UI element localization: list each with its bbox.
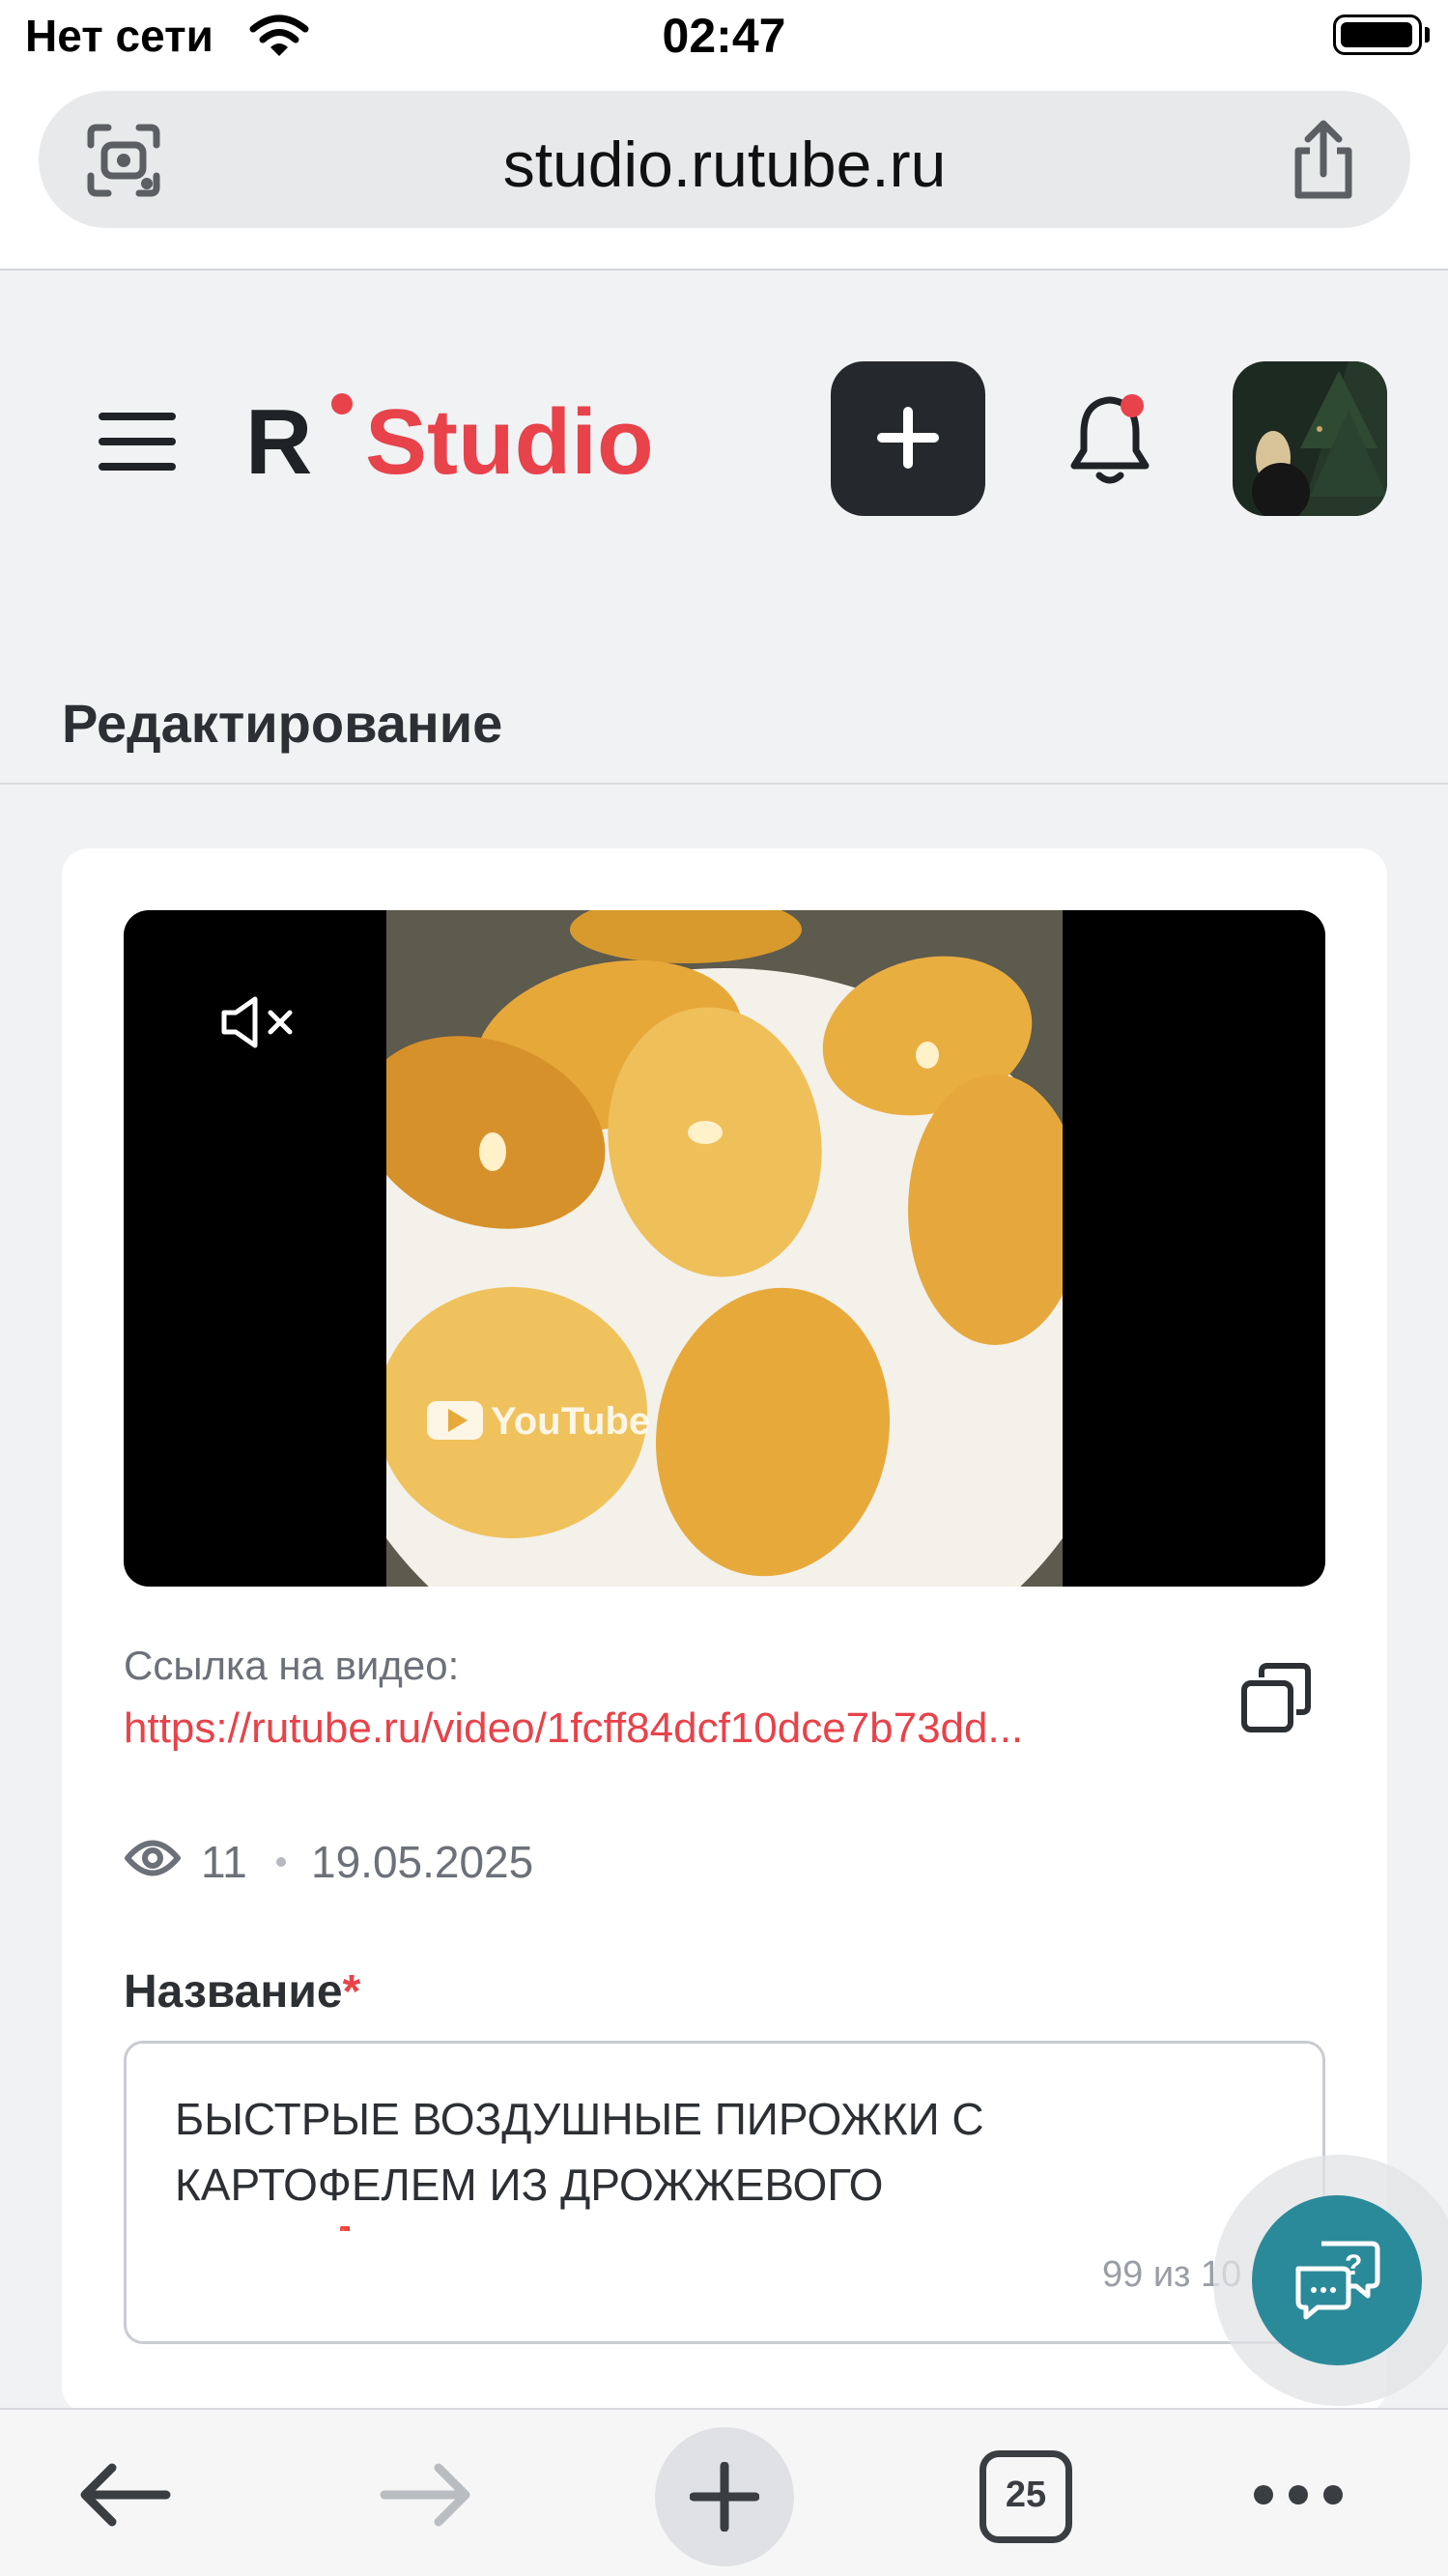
- logo-r: R: [245, 390, 312, 483]
- youtube-watermark: YouTube: [491, 1400, 650, 1443]
- url-text[interactable]: studio.rutube.ru: [39, 128, 1410, 201]
- name-textarea[interactable]: БЫСТРЫЕ ВОЗДУШНЫЕ ПИРОЖКИ С КАРТОФЕЛЕМ И…: [124, 2041, 1325, 2344]
- video-thumbnail: YouTube: [386, 910, 1063, 1587]
- tabs-count: 25: [1005, 2475, 1047, 2515]
- clock: 02:47: [662, 9, 786, 63]
- add-video-button[interactable]: [831, 361, 985, 516]
- more-options-icon[interactable]: [1252, 2483, 1345, 2506]
- plus-icon: [690, 2462, 759, 2532]
- user-avatar[interactable]: [1233, 361, 1387, 516]
- name-label-text: Название: [124, 1966, 343, 2018]
- views-count: 11: [201, 1837, 247, 1887]
- logo-dot: [331, 393, 353, 415]
- share-icon[interactable]: [1283, 118, 1364, 205]
- required-mark: *: [342, 1966, 361, 2018]
- video-link-label: Ссылка на видео:: [124, 1643, 460, 1688]
- divider: [0, 783, 1448, 785]
- logo-studio: Studio: [365, 390, 654, 483]
- publish-date: 19.05.2025: [311, 1837, 534, 1887]
- svg-text:?: ?: [1345, 2249, 1362, 2281]
- video-link-url[interactable]: https://rutube.ru/video/1fcff84dcf10dce7…: [124, 1704, 1196, 1753]
- page-title: Редактирование: [62, 693, 503, 754]
- rstudio-logo[interactable]: R Studio: [245, 386, 738, 483]
- new-tab-button[interactable]: [655, 2427, 794, 2566]
- help-chat-button[interactable]: ?: [1252, 2195, 1422, 2365]
- video-player[interactable]: YouTube: [124, 910, 1325, 1587]
- menu-icon[interactable]: [97, 411, 178, 472]
- battery-icon: [1333, 14, 1422, 55]
- notifications-bell-icon[interactable]: [1066, 390, 1153, 487]
- meta-separator: [276, 1857, 286, 1867]
- notification-dot: [1121, 394, 1144, 417]
- status-bar: Нет сети 02:47: [0, 0, 1448, 77]
- views-eye-icon: [125, 1840, 181, 1876]
- browser-toolbar: 25: [0, 2408, 1448, 2576]
- mute-icon[interactable]: [220, 995, 301, 1049]
- tabs-button[interactable]: 25: [980, 2450, 1072, 2543]
- address-bar[interactable]: studio.rutube.ru: [39, 91, 1410, 228]
- back-arrow-icon[interactable]: [75, 2460, 172, 2530]
- battery-tip: [1425, 27, 1430, 43]
- copy-icon[interactable]: [1240, 1662, 1314, 1735]
- name-label: Название*: [124, 1965, 360, 2018]
- browser-address-area: studio.rutube.ru: [0, 77, 1448, 271]
- forward-arrow-icon[interactable]: [379, 2460, 475, 2530]
- help-chat-icon: ?: [1295, 2241, 1380, 2320]
- name-value[interactable]: БЫСТРЫЕ ВОЗДУШНЫЕ ПИРОЖКИ С КАРТОФЕЛЕМ И…: [175, 2086, 1237, 2231]
